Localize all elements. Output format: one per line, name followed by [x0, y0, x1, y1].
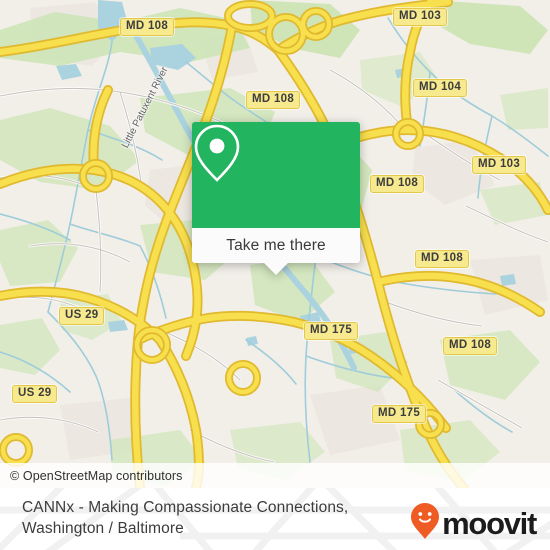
take-me-there-button[interactable]: Take me there — [192, 228, 360, 263]
moovit-logo[interactable]: moovit — [410, 502, 537, 545]
location-popup-card[interactable]: Take me there — [192, 122, 360, 275]
road-shield: MD 108 — [246, 91, 301, 109]
map-attribution-bar: © OpenStreetMap contributors — [0, 463, 550, 488]
road-shield: US 29 — [12, 385, 58, 403]
road-shield: MD 175 — [372, 405, 427, 423]
road-shield: MD 108 — [415, 250, 470, 268]
road-shield: US 29 — [59, 307, 105, 325]
osm-attribution-text[interactable]: © OpenStreetMap contributors — [10, 469, 183, 483]
popup-pin-area — [192, 122, 360, 228]
popup-tail — [264, 263, 288, 275]
footer-bar: CANNx - Making Compassionate Connections… — [0, 488, 550, 550]
page-title-line2: Washington / Baltimore — [22, 520, 184, 537]
road-shield: MD 104 — [413, 79, 468, 97]
moovit-smiley-pin-icon — [410, 502, 440, 545]
road-shield: MD 175 — [304, 322, 359, 340]
page-title-line1: CANNx - Making Compassionate Connections… — [22, 499, 349, 516]
map-canvas[interactable]: Little Patuxent River MD 108 MD 103 MD 104… — [0, 0, 550, 488]
road-shield: MD 108 — [120, 18, 175, 36]
road-shield: MD 108 — [370, 175, 425, 193]
road-shield: MD 108 — [443, 337, 498, 355]
road-shield: MD 103 — [472, 156, 527, 174]
road-shield: MD 103 — [393, 8, 448, 26]
moovit-wordmark: moovit — [442, 506, 537, 541]
take-me-there-label: Take me there — [226, 236, 326, 254]
page-title: CANNx - Making Compassionate Connections… — [22, 497, 412, 539]
moovit-station-card: Little Patuxent River MD 108 MD 103 MD 104… — [0, 0, 550, 550]
